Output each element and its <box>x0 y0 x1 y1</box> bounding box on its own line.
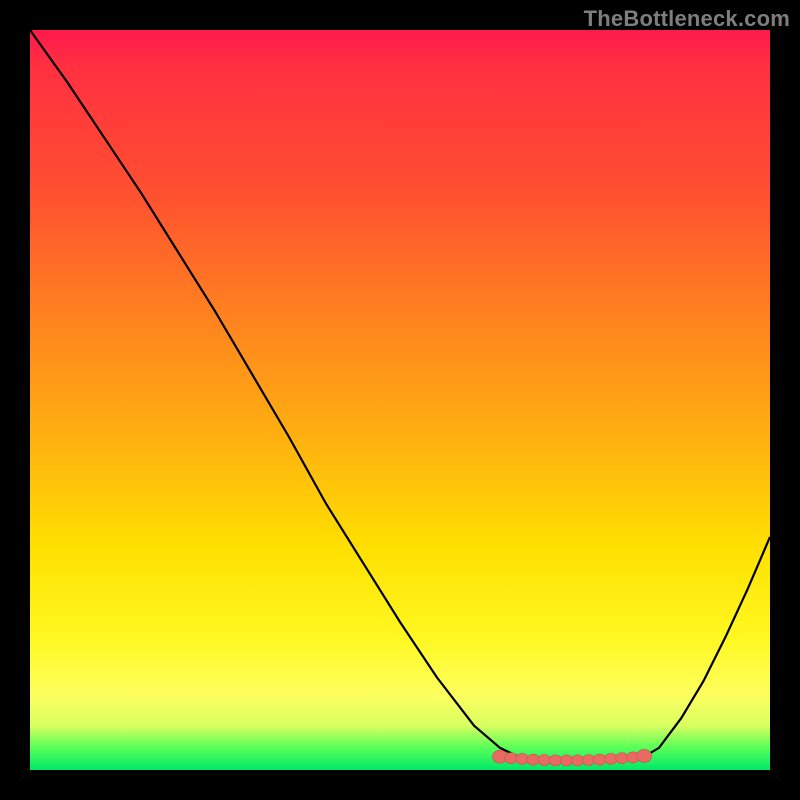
curve-right-branch <box>644 537 770 757</box>
watermark-text: TheBottleneck.com <box>584 6 790 32</box>
valley-marker <box>527 754 540 765</box>
marker-group <box>492 749 651 765</box>
curve-left-branch <box>30 30 518 757</box>
chart-frame: TheBottleneck.com <box>0 0 800 800</box>
valley-marker <box>582 755 595 766</box>
valley-marker <box>571 755 584 766</box>
valley-marker <box>605 753 618 764</box>
valley-marker <box>516 753 529 764</box>
valley-marker <box>616 753 629 764</box>
valley-marker <box>549 755 562 766</box>
plot-area <box>30 30 770 770</box>
curve-group <box>30 30 770 760</box>
valley-marker <box>505 753 518 764</box>
valley-marker <box>593 754 606 765</box>
valley-marker <box>560 755 573 766</box>
curve-layer <box>30 30 770 770</box>
valley-marker <box>637 749 652 762</box>
valley-marker <box>538 755 551 766</box>
